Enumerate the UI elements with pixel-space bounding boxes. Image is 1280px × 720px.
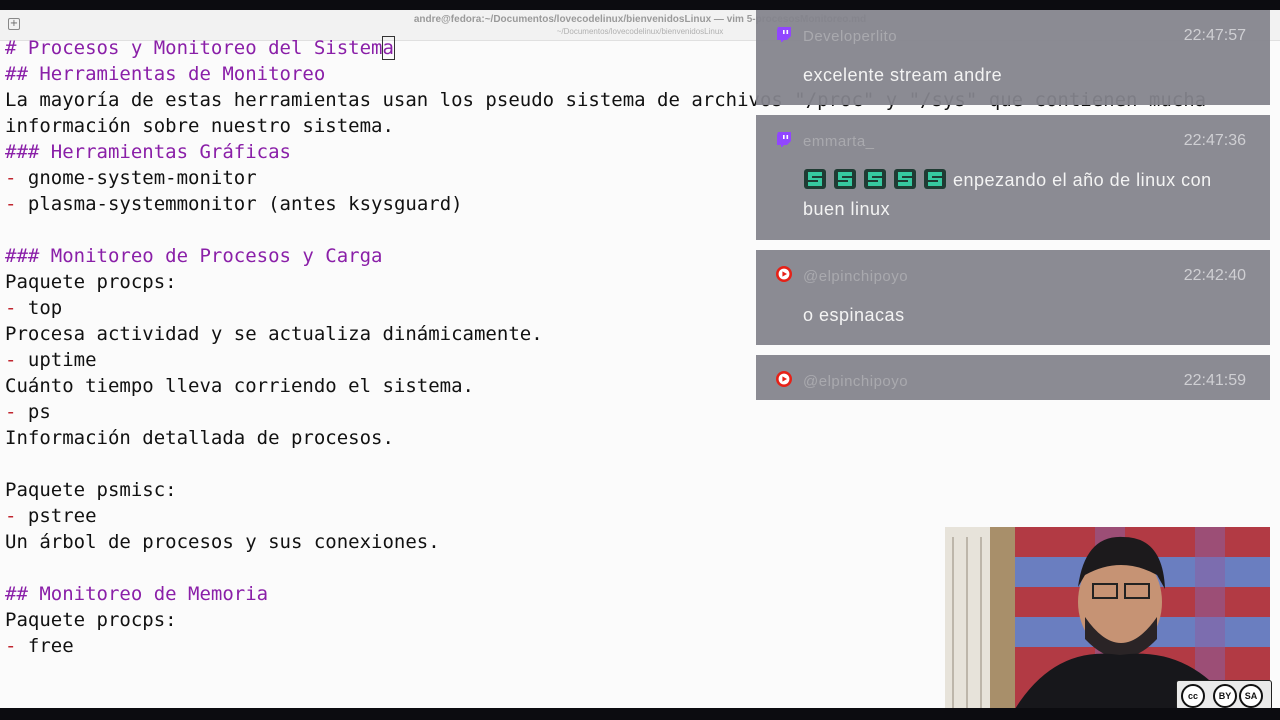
- chat-text: enpezando el año de linux con buen linux: [803, 166, 1248, 224]
- chat-username: emmarta_: [803, 133, 875, 150]
- list-bullet: -: [5, 401, 17, 423]
- text-cursor: a: [381, 36, 395, 60]
- emote-icon: [893, 168, 917, 190]
- desktop-top-panel: [0, 0, 1280, 10]
- line-text: ### Herramientas Gráficas: [5, 141, 291, 163]
- chat-username: Developerlito: [803, 28, 898, 45]
- chat-timestamp: 22:42:40: [1183, 267, 1246, 284]
- chat-message: Developerlito 22:47:57 excelente stream an…: [756, 10, 1270, 105]
- emote-icon: [863, 168, 887, 190]
- line-text: Cuánto tiempo lleva corriendo el sistema…: [5, 375, 474, 397]
- editor-line[interactable]: - ps: [5, 399, 1206, 425]
- sa-icon: SA: [1239, 684, 1263, 708]
- line-text: ## Herramientas de Monitoreo: [5, 63, 326, 85]
- editor-line[interactable]: Información detallada de procesos.: [5, 425, 1206, 451]
- chat-text: o espinacas: [803, 301, 1248, 330]
- line-text: Información detallada de procesos.: [5, 427, 394, 449]
- line-text: uptime: [16, 349, 97, 371]
- list-bullet: -: [5, 297, 17, 319]
- twitch-icon: [776, 131, 792, 147]
- chat-text: excelente stream andre: [803, 61, 1248, 90]
- list-bullet: -: [5, 635, 17, 657]
- line-text: top: [16, 297, 63, 319]
- line-text: plasma-systemmonitor (antes ksysguard): [16, 193, 463, 215]
- list-bullet: -: [5, 505, 17, 527]
- chat-message: emmarta_ 22:47:36 enpezando el año de linu…: [756, 115, 1270, 240]
- line-text: Procesa actividad y se actualiza dinámic…: [5, 323, 543, 345]
- line-text: # Procesos y Monitoreo del Sistem: [5, 37, 383, 59]
- chat-username: @elpinchipoyo: [803, 373, 909, 390]
- emote-icon: [833, 168, 857, 190]
- chat-message: @elpinchipoyo 22:41:59: [756, 355, 1270, 400]
- cc-icon: cc: [1181, 684, 1205, 708]
- chat-message: @elpinchipoyo 22:42:40 o espinacas: [756, 250, 1270, 345]
- list-bullet: -: [5, 193, 17, 215]
- line-text: ### Monitoreo de Procesos y Carga: [5, 245, 383, 267]
- emote-icon: [923, 168, 947, 190]
- youtube-icon: [776, 371, 792, 387]
- line-text: pstree: [16, 505, 97, 527]
- editor-line[interactable]: [5, 451, 1206, 477]
- creative-commons-badge: cc BY SA: [1176, 680, 1272, 710]
- twitch-icon: [776, 26, 792, 42]
- line-text: gnome-system-monitor: [16, 167, 257, 189]
- line-text: free: [16, 635, 74, 657]
- list-bullet: -: [5, 349, 17, 371]
- line-text: información sobre nuestro sistema.: [5, 115, 394, 137]
- editor-line[interactable]: - pstree: [5, 503, 1206, 529]
- chat-timestamp: 22:41:59: [1183, 372, 1246, 389]
- line-text: Un árbol de procesos y sus conexiones.: [5, 531, 440, 553]
- chat-timestamp: 22:47:36: [1183, 132, 1246, 149]
- desktop-bottom-panel: [0, 708, 1280, 720]
- line-text: ps: [16, 401, 51, 423]
- line-text: ## Monitoreo de Memoria: [5, 583, 269, 605]
- line-text: Paquete procps:: [5, 609, 177, 631]
- editor-line[interactable]: Paquete psmisc:: [5, 477, 1206, 503]
- by-icon: BY: [1213, 684, 1237, 708]
- line-text: Paquete procps:: [5, 271, 177, 293]
- chat-text-content: o espinacas: [803, 305, 905, 325]
- list-bullet: -: [5, 167, 17, 189]
- chat-username: @elpinchipoyo: [803, 268, 909, 285]
- chat-text-content: excelente stream andre: [803, 65, 1003, 85]
- youtube-icon: [776, 266, 792, 282]
- chat-timestamp: 22:47:57: [1183, 27, 1246, 44]
- emote-icon: [803, 168, 827, 190]
- line-text: Paquete psmisc:: [5, 479, 177, 501]
